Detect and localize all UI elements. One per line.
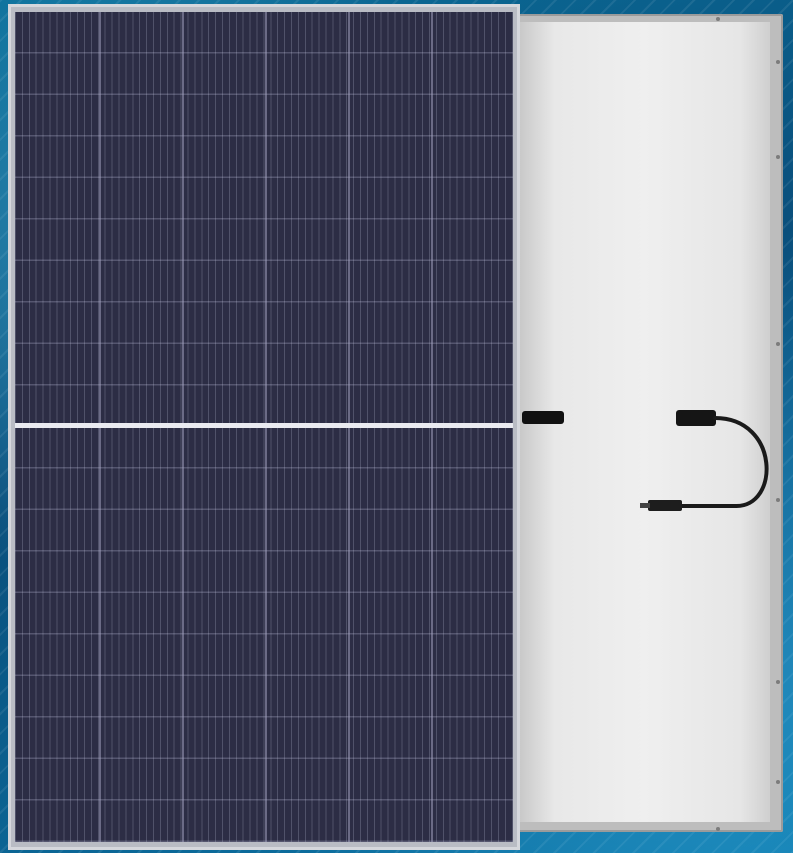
frame-hole (776, 155, 780, 159)
frame-hole (716, 827, 720, 831)
frame-hole (776, 680, 780, 684)
frame-hole (776, 342, 780, 346)
cable-icon (640, 416, 769, 511)
frame-hole (776, 60, 780, 64)
frame-hole (716, 17, 720, 21)
center-busbar (15, 423, 513, 428)
frame-hole (776, 780, 780, 784)
junction-box-icon (522, 411, 564, 424)
